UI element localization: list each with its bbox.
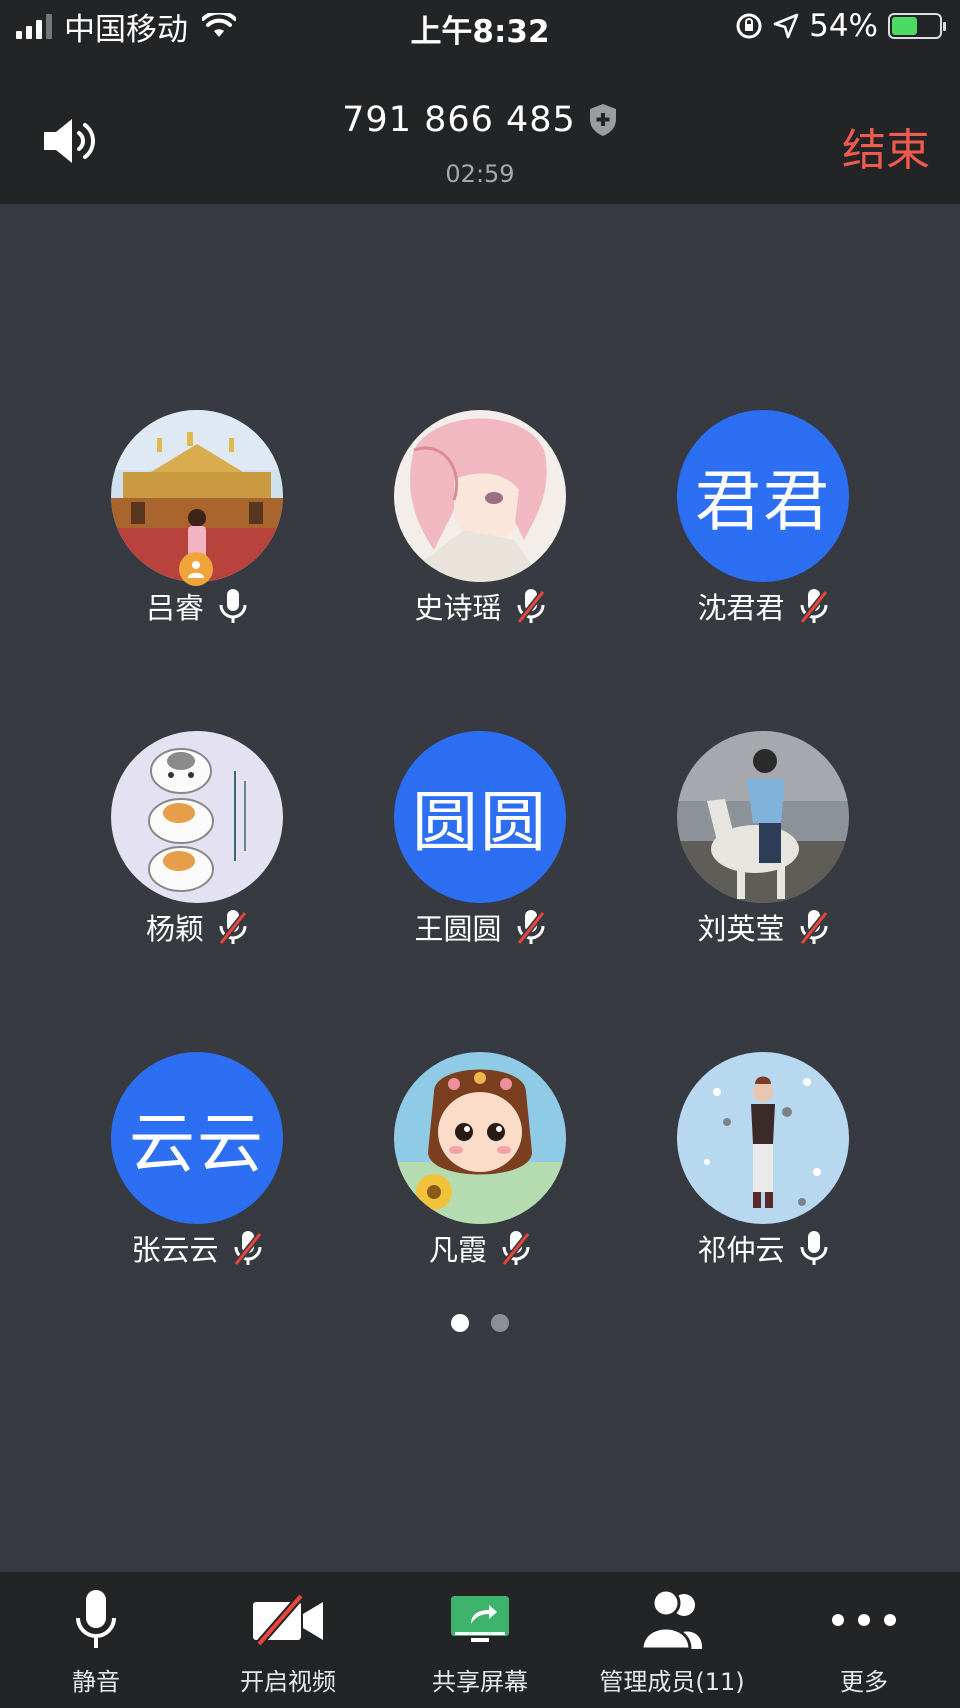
members-icon [640,1589,702,1651]
start-video-label: 开启视频 [240,1668,336,1696]
participant-tile[interactable]: 云云 张云云 [56,1052,338,1284]
participant-name: 凡霞 [428,1233,487,1267]
microphone-muted-icon [218,910,248,945]
participant-name: 吕睿 [145,591,204,625]
microphone-muted-icon [799,589,828,624]
end-meeting-button[interactable]: 结束 [842,114,930,178]
participant-name: 杨颖 [145,912,204,946]
meeting-header: 791 866 485 02:59 结束 [0,56,960,204]
microphone-icon [76,1590,116,1648]
status-bar: 中国移动 上午8:32 54% [0,0,960,56]
avatar [394,410,566,582]
microphone-on-icon [219,589,247,623]
participant-grid: 吕睿 史诗瑶 君君 沈君君 杨颖 圆圆 王圆圆 刘英莹 云云 张云云 凡霞 祁仲… [0,204,960,1267]
host-badge-icon [179,552,213,586]
avatar [677,731,849,903]
participant-name: 张云云 [131,1233,219,1267]
microphone-muted-icon [799,910,828,945]
share-screen-label: 共享屏幕 [432,1668,528,1696]
participant-tile[interactable]: 吕睿 [56,410,338,642]
bottom-toolbar: 静音 开启视频 共享屏幕 管理成员(11) 更多 [0,1572,960,1708]
avatar-initials: 圆圆 [394,731,566,903]
meeting-timer: 02:59 [445,160,515,188]
microphone-muted-icon [233,1231,262,1266]
participant-name: 王圆圆 [414,912,502,946]
participant-name: 刘英莹 [697,912,785,946]
page-dot-2[interactable] [491,1314,509,1332]
manage-members-button[interactable]: 管理成员(11) [576,1572,768,1708]
share-screen-icon [451,1596,509,1642]
participant-tile[interactable]: 杨颖 [56,731,338,963]
mute-label: 静音 [72,1668,120,1696]
avatar-initials: 君君 [677,410,849,582]
more-button[interactable]: 更多 [768,1572,960,1708]
orientation-lock-icon [736,13,762,39]
battery-icon [888,13,946,39]
manage-members-label: 管理成员(11) [599,1668,745,1696]
participant-tile[interactable]: 史诗瑶 [339,410,621,642]
page-indicator [0,1314,960,1332]
video-off-icon [253,1593,323,1647]
microphone-muted-icon [516,589,545,624]
start-video-button[interactable]: 开启视频 [192,1572,384,1708]
participant-tile[interactable]: 刘英莹 [622,731,904,963]
avatar [677,1052,849,1224]
share-screen-button[interactable]: 共享屏幕 [384,1572,576,1708]
more-dots-icon [832,1614,896,1626]
security-shield-icon[interactable] [588,103,618,137]
participant-name: 祁仲云 [697,1233,785,1267]
participant-tile[interactable]: 君君 沈君君 [622,410,904,642]
more-label: 更多 [840,1668,888,1696]
microphone-muted-icon [501,1231,531,1266]
microphone-on-icon [800,1231,827,1265]
participant-tile[interactable]: 圆圆 王圆圆 [339,731,621,963]
avatar [394,1052,566,1224]
avatar [111,731,283,903]
participant-tile[interactable]: 祁仲云 [622,1052,904,1284]
participant-name: 史诗瑶 [414,591,502,625]
page-dot-1[interactable] [451,1314,469,1332]
participant-tile[interactable]: 凡霞 [339,1052,621,1284]
meeting-id[interactable]: 791 866 485 [342,100,576,140]
mute-button[interactable]: 静音 [0,1572,192,1708]
location-arrow-icon [773,13,799,39]
microphone-muted-icon [516,910,545,945]
avatar-initials: 云云 [111,1052,283,1224]
battery-percent: 54% [809,8,878,44]
participant-name: 沈君君 [697,591,785,625]
